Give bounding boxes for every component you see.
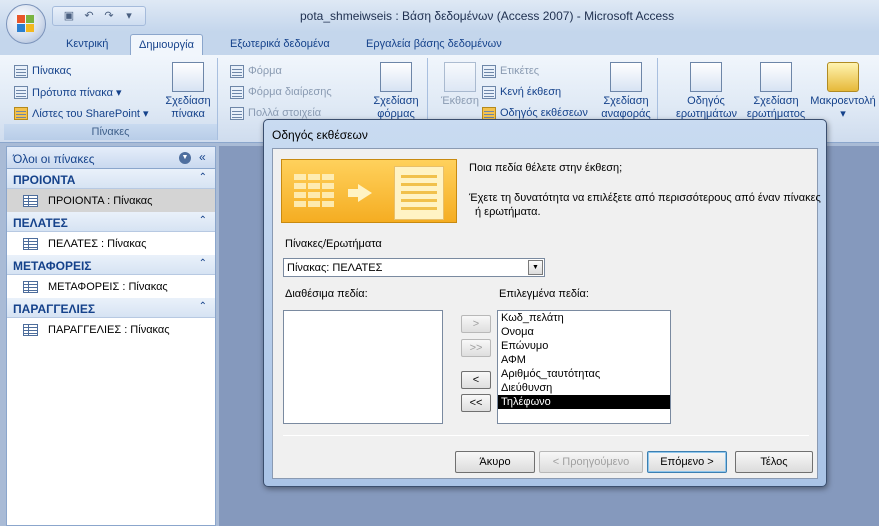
finish-button[interactable]: Τέλος (735, 451, 813, 473)
office-logo-icon (17, 15, 35, 33)
window-title: pota_shmeiwseis : Βάση δεδομένων (Access… (300, 9, 675, 23)
tables-queries-label: Πίνακες/Ερωτήματα (285, 238, 382, 250)
split-form-button[interactable]: Φόρμα διαίρεσης (230, 83, 332, 101)
wizard-question: Ποια πεδία θέλετε στην έκθεση; (469, 162, 623, 174)
wizard-hint-line1: Έχετε τη δυνατότητα να επιλέξετε από περ… (469, 192, 821, 204)
multiple-items-icon (230, 106, 244, 120)
macro-scroll-icon (827, 62, 859, 92)
table-icon (23, 280, 38, 293)
undo-icon[interactable]: ↶ (81, 9, 97, 23)
wizard-banner-image (281, 159, 457, 223)
shutter-collapse-icon[interactable]: « (199, 150, 206, 164)
back-button[interactable]: < Προηγούμενο (539, 451, 643, 473)
tables-queries-select[interactable]: Πίνακας: ΠΕΛΑΤΕΣ ▼ (283, 258, 545, 277)
list-item[interactable]: ΑΦΜ (498, 353, 670, 367)
query-design-button[interactable]: Σχεδίαση ερωτήματος (746, 62, 806, 121)
group-label-tables: Πίνακες (4, 124, 217, 140)
report-design-icon (610, 62, 642, 92)
add-field-button[interactable]: > (461, 315, 491, 333)
nav-pane-header[interactable]: Όλοι οι πίνακες ▼ « (7, 147, 215, 169)
dialog-body: Ποια πεδία θέλετε στην έκθεση; Έχετε τη … (272, 148, 821, 479)
nav-item-orders-table[interactable]: ΠΑΡΑΓΓΕΛΙΕΣ : Πίνακας (7, 318, 215, 341)
list-item[interactable]: Ονομα (498, 325, 670, 339)
divider (283, 435, 809, 436)
sharepoint-icon (14, 106, 28, 120)
table-icon (14, 64, 28, 78)
labels-icon (482, 64, 496, 78)
nav-item-shippers-table[interactable]: ΜΕΤΑΦΟΡΕΙΣ : Πίνακας (7, 275, 215, 298)
table-templates-button[interactable]: Πρότυπα πίνακα ▾ (14, 83, 122, 101)
report-page-graphic (394, 166, 444, 220)
available-fields-list[interactable] (283, 310, 443, 424)
navigation-pane: Όλοι οι πίνακες ▼ « ΠΡΟΙΟΝΤΑ ⌃ ΠΡΟΙΟΝΤΑ … (6, 146, 216, 526)
list-item[interactable]: Επώνυμο (498, 339, 670, 353)
table-templates-icon (14, 85, 28, 99)
customize-icon[interactable]: ▾ (121, 9, 137, 23)
cancel-button[interactable]: Άκυρο (455, 451, 535, 473)
macro-button[interactable]: Μακροεντολή ▾ (810, 62, 876, 121)
selected-fields-list[interactable]: Κωδ_πελάτη Ονομα Επώνυμο ΑΦΜ Αριθμός_ταυ… (497, 310, 671, 424)
table-icon (23, 194, 38, 207)
nav-pane-title: Όλοι οι πίνακες (13, 152, 95, 166)
save-icon[interactable]: ▣ (61, 9, 77, 23)
form-design-icon (380, 62, 412, 92)
nav-item-customers-table[interactable]: ΠΕΛΑΤΕΣ : Πίνακας (7, 232, 215, 255)
quick-access-toolbar: ▣ ↶ ↷ ▾ (52, 6, 146, 26)
nav-dropdown-icon[interactable]: ▼ (179, 152, 191, 164)
office-button[interactable] (6, 4, 46, 44)
form-button[interactable]: Φόρμα (230, 62, 282, 80)
remove-field-button[interactable]: < (461, 371, 491, 389)
report-wizard-dialog: Οδηγός εκθέσεων Ποια πεδία θέλετε στην έ… (263, 119, 827, 487)
list-item[interactable]: Αριθμός_ταυτότητας (498, 367, 670, 381)
nav-item-products-table[interactable]: ΠΡΟΙΟΝΤΑ : Πίνακας (7, 189, 215, 212)
wizard-hint-line2: ή ερωτήματα. (475, 206, 541, 218)
tab-home[interactable]: Κεντρική (58, 34, 116, 56)
report-design-button[interactable]: Σχεδίαση αναφοράς (598, 62, 654, 121)
source-table-graphic (294, 174, 350, 210)
ribbon-group-tables: Πίνακας Πρότυπα πίνακα ▾ Λίστες του Shar… (4, 58, 218, 140)
report-button[interactable]: Έκθεση (432, 62, 488, 108)
ribbon-tabs: Κεντρική Δημιουργία Εξωτερικά δεδομένα Ε… (0, 32, 879, 56)
labels-button[interactable]: Ετικέτες (482, 62, 539, 80)
dropdown-arrow-icon[interactable]: ▼ (528, 260, 543, 275)
collapse-chevron-icon[interactable]: ⌃ (199, 215, 207, 226)
query-wizard-icon (690, 62, 722, 92)
tab-create[interactable]: Δημιουργία (130, 34, 203, 56)
dialog-title: Οδηγός εκθέσεων (272, 128, 368, 142)
query-design-icon (760, 62, 792, 92)
collapse-chevron-icon[interactable]: ⌃ (199, 258, 207, 269)
next-button[interactable]: Επόμενο > (647, 451, 727, 473)
sharepoint-lists-button[interactable]: Λίστες του SharePoint ▾ (14, 104, 149, 122)
collapse-chevron-icon[interactable]: ⌃ (199, 172, 207, 183)
tab-external-data[interactable]: Εξωτερικά δεδομένα (222, 34, 338, 56)
table-button[interactable]: Πίνακας (14, 62, 71, 80)
selected-fields-label: Επιλεγμένα πεδία: (499, 288, 589, 300)
report-icon (444, 62, 476, 92)
form-design-button[interactable]: Σχεδίαση φόρμας (368, 62, 424, 121)
nav-group-orders[interactable]: ΠΑΡΑΓΓΕΛΙΕΣ ⌃ (7, 298, 215, 318)
list-item[interactable]: Κωδ_πελάτη (498, 311, 670, 325)
report-wizard-icon (482, 106, 496, 120)
available-fields-label: Διαθέσιμα πεδία: (285, 288, 368, 300)
blank-report-icon (482, 85, 496, 99)
redo-icon[interactable]: ↷ (101, 9, 117, 23)
table-design-button[interactable]: Σχεδίαση πίνακα (160, 62, 216, 121)
title-bar: ▣ ↶ ↷ ▾ pota_shmeiwseis : Βάση δεδομένων… (0, 0, 879, 32)
list-item-selected[interactable]: Τηλέφωνο (498, 395, 670, 409)
collapse-chevron-icon[interactable]: ⌃ (199, 301, 207, 312)
tab-database-tools[interactable]: Εργαλεία βάσης δεδομένων (358, 34, 510, 56)
nav-group-customers[interactable]: ΠΕΛΑΤΕΣ ⌃ (7, 212, 215, 232)
split-form-icon (230, 85, 244, 99)
table-icon (23, 323, 38, 336)
blank-report-button[interactable]: Κενή έκθεση (482, 83, 561, 101)
add-all-fields-button[interactable]: >> (461, 339, 491, 357)
table-icon (23, 237, 38, 250)
nav-group-products[interactable]: ΠΡΟΙΟΝΤΑ ⌃ (7, 169, 215, 189)
table-design-icon (172, 62, 204, 92)
nav-group-shippers[interactable]: ΜΕΤΑΦΟΡΕΙΣ ⌃ (7, 255, 215, 275)
remove-all-fields-button[interactable]: << (461, 394, 491, 412)
form-icon (230, 64, 244, 78)
list-item[interactable]: Διεύθυνση (498, 381, 670, 395)
query-wizard-button[interactable]: Οδηγός ερωτημάτων (676, 62, 737, 121)
